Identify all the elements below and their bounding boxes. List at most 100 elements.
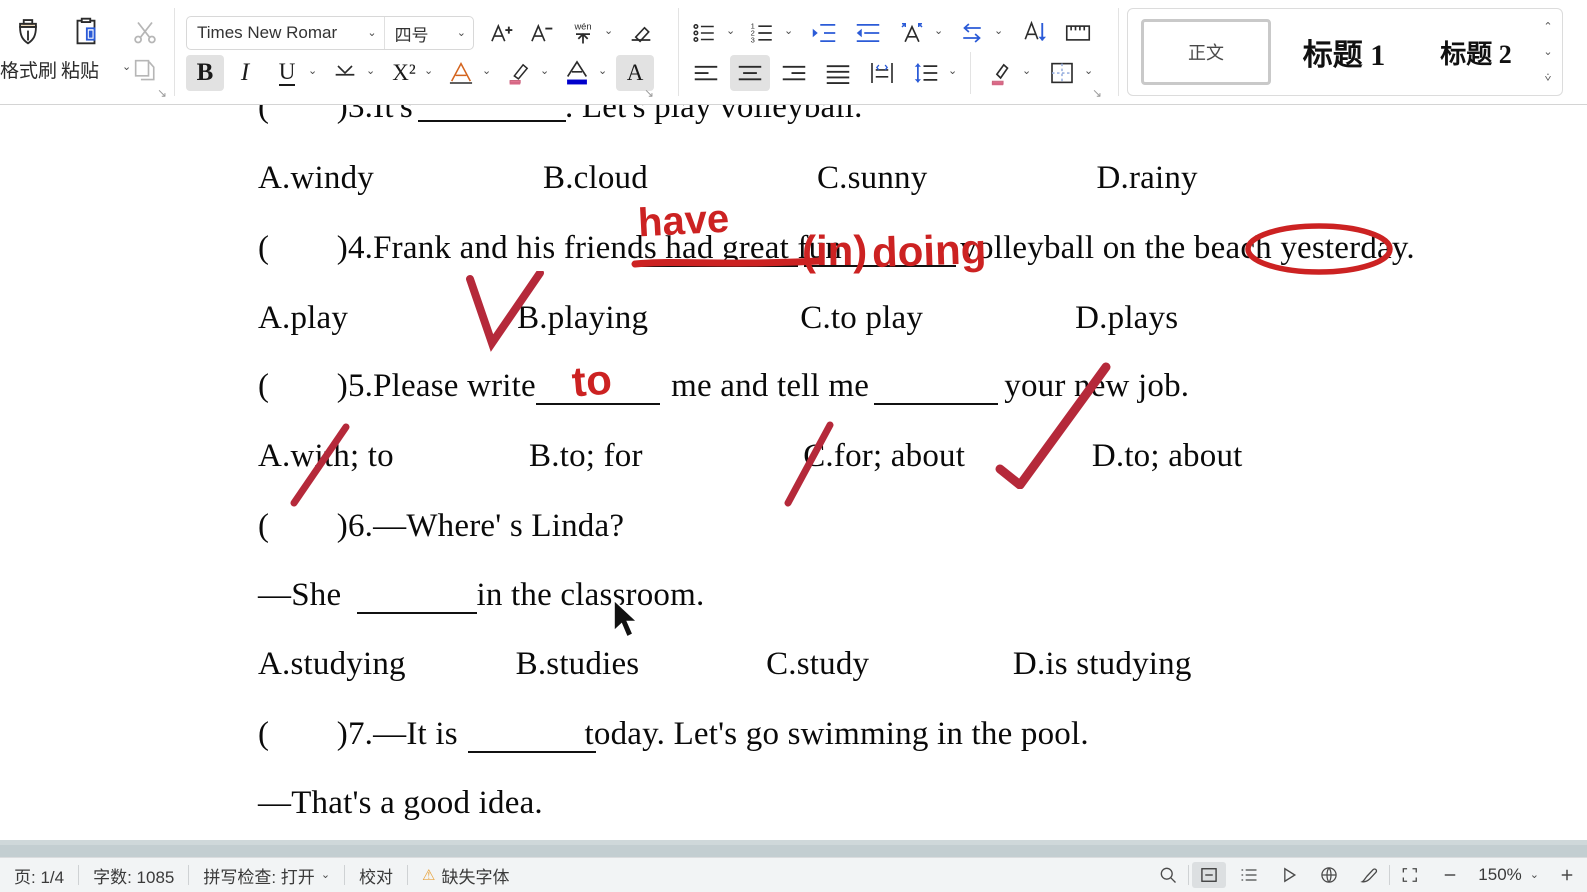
ink-word-have: have <box>636 196 731 246</box>
status-spellcheck[interactable]: 拼写检查: 打开 ⌄ <box>189 858 344 892</box>
ink-tools-icon[interactable] <box>1352 862 1386 888</box>
zoom-in-icon[interactable] <box>1550 862 1584 888</box>
font-family-value: Times New Romar <box>197 23 338 42</box>
bold-button[interactable]: B <box>186 55 224 91</box>
superscript-chevron-down-icon[interactable]: ⌄ <box>424 66 433 77</box>
style-item-heading-2[interactable]: 标题 2 <box>1417 19 1535 85</box>
font-color-icon[interactable] <box>558 55 596 91</box>
clipboard-paste-icon[interactable] <box>62 12 110 52</box>
format-painter-icon[interactable] <box>4 12 52 52</box>
document-line-q6: ( )6.—Where' s Linda? <box>258 508 625 544</box>
decrease-font-size-icon[interactable] <box>524 14 562 52</box>
wps-writer-window: 格式刷 粘贴 ⌄ ↘ Times New Romar ⌄ 四号 ⌄ wén ⌄ … <box>0 0 1587 892</box>
outline-view-icon[interactable] <box>1232 862 1266 888</box>
spellcheck-chevron-down-icon[interactable]: ⌄ <box>321 869 330 881</box>
highlight-color-icon[interactable] <box>500 55 538 91</box>
format-painter-label[interactable]: 格式刷 <box>0 56 57 83</box>
focus-mode-icon[interactable] <box>1393 862 1427 888</box>
asian-text-layout-icon[interactable] <box>892 14 932 52</box>
show-paragraph-marks-icon[interactable] <box>1058 14 1098 52</box>
decrease-indent-icon[interactable] <box>804 14 844 52</box>
strikethrough-chevron-down-icon[interactable]: ⌄ <box>366 66 375 77</box>
pinyin-chevron-down-icon[interactable]: ⌄ <box>604 26 613 37</box>
style-item-normal[interactable]: 正文 <box>1141 19 1271 85</box>
align-left-icon[interactable] <box>686 55 726 91</box>
style-item-heading-1[interactable]: 标题 1 <box>1284 19 1404 85</box>
strikethrough-icon[interactable] <box>326 55 364 91</box>
underline-label: U <box>278 59 296 87</box>
clipboard-dialog-launcher[interactable]: ↘ <box>157 86 167 100</box>
svg-text:3: 3 <box>751 35 755 44</box>
sort-icon[interactable] <box>1014 14 1054 52</box>
ribbon-group-paragraph: ⌄ 1 2 3 ⌄ ⌄ ⌄ ⌄ ⌄ ⌄ ↘ <box>684 0 1114 104</box>
asian-layout-chevron-down-icon[interactable]: ⌄ <box>934 26 943 37</box>
status-bar: 页: 1/4 字数: 1085 拼写检查: 打开 ⌄ 校对 ⚠ 缺失字体 150… <box>0 857 1587 892</box>
character-shading-label: A <box>626 60 644 85</box>
ink-word-to: to <box>569 355 614 406</box>
distribute-text-icon[interactable] <box>862 55 902 91</box>
text-effects-chevron-down-icon[interactable]: ⌄ <box>482 66 491 77</box>
zoom-out-icon[interactable] <box>1433 862 1467 888</box>
status-page-indicator[interactable]: 页: 1/4 <box>0 858 78 892</box>
bold-label: B <box>196 59 214 86</box>
font-dialog-launcher[interactable]: ↘ <box>644 86 654 100</box>
ribbon-group-clipboard: 格式刷 粘贴 ⌄ ↘ <box>0 0 172 104</box>
reading-view-icon[interactable] <box>1272 862 1306 888</box>
underline-chevron-down-icon[interactable]: ⌄ <box>308 66 317 77</box>
search-icon[interactable] <box>1151 862 1185 888</box>
status-proofread[interactable]: 校对 <box>345 858 407 892</box>
align-right-icon[interactable] <box>774 55 814 91</box>
status-divider <box>1389 865 1391 885</box>
borders-chevron-down-icon[interactable]: ⌄ <box>1084 66 1093 77</box>
font-size-select[interactable]: 四号 ⌄ <box>385 17 473 49</box>
superscript-button[interactable]: X² <box>384 55 424 91</box>
align-center-icon[interactable] <box>730 55 770 91</box>
page-layout-view-icon[interactable] <box>1192 862 1227 888</box>
paragraph-shading-icon[interactable] <box>980 55 1020 91</box>
font-color-chevron-down-icon[interactable]: ⌄ <box>598 66 607 77</box>
numbering-chevron-down-icon[interactable]: ⌄ <box>784 26 793 37</box>
document-scroll-area[interactable]: ( )3.It's . Let's play volleyball. A.win… <box>0 105 1587 845</box>
text-direction-chevron-down-icon[interactable]: ⌄ <box>994 26 1003 37</box>
document-page[interactable]: ( )3.It's . Let's play volleyball. A.win… <box>0 105 1587 845</box>
text-effects-icon[interactable] <box>442 55 480 91</box>
underline-button[interactable]: U <box>268 55 306 91</box>
paragraph-dialog-launcher[interactable]: ↘ <box>1092 86 1102 100</box>
document-line-q5: ( )5.Please write me and tell me your ne… <box>258 368 1190 404</box>
ink-word-doing: doing <box>871 225 988 276</box>
web-layout-view-icon[interactable] <box>1312 862 1346 888</box>
bullets-chevron-down-icon[interactable]: ⌄ <box>726 26 735 37</box>
clear-formatting-icon[interactable] <box>622 14 660 52</box>
ink-word-in: (in) <box>802 227 868 274</box>
borders-icon[interactable] <box>1042 55 1082 91</box>
paste-label[interactable]: 粘贴 <box>61 56 99 83</box>
warning-triangle-icon: ⚠ <box>422 867 436 884</box>
status-missing-font[interactable]: ⚠ 缺失字体 <box>408 858 523 892</box>
increase-font-size-icon[interactable] <box>484 14 522 52</box>
document-line-q3: ( )3.It's . Let's play volleyball. <box>258 105 863 125</box>
font-family-select[interactable]: Times New Romar ⌄ <box>187 17 384 49</box>
bullet-list-icon[interactable] <box>686 14 724 52</box>
font-family-chevron-down-icon[interactable]: ⌄ <box>367 27 376 39</box>
shading-chevron-down-icon[interactable]: ⌄ <box>1022 66 1031 77</box>
text-direction-icon[interactable] <box>952 14 992 52</box>
expand-gallery-icon[interactable]: ⩒ <box>1545 72 1552 84</box>
scissors-icon <box>122 12 168 52</box>
highlight-chevron-down-icon[interactable]: ⌄ <box>540 66 549 77</box>
italic-button[interactable]: I <box>226 55 264 91</box>
status-spellcheck-label: 拼写检查: 打开 <box>203 867 315 887</box>
pinyin-guide-icon[interactable]: wén <box>564 14 602 52</box>
status-word-count[interactable]: 字数: 1085 <box>79 858 188 892</box>
font-size-chevron-down-icon[interactable]: ⌄ <box>457 27 466 39</box>
numbered-list-icon[interactable]: 1 2 3 <box>744 14 782 52</box>
line-spacing-chevron-down-icon[interactable]: ⌄ <box>948 66 957 77</box>
status-bar-right: 150% ⌄ <box>1148 858 1587 892</box>
justify-icon[interactable] <box>818 55 858 91</box>
zoom-level-label[interactable]: 150% <box>1470 865 1529 885</box>
chevron-up-icon[interactable]: ⌃ <box>1543 22 1552 33</box>
increase-indent-icon[interactable] <box>848 14 888 52</box>
chevron-down-icon[interactable]: ⌄ <box>1543 47 1552 58</box>
line-spacing-icon[interactable] <box>906 55 946 91</box>
font-family-combo[interactable]: Times New Romar ⌄ 四号 ⌄ <box>186 16 474 50</box>
zoom-chevron-down-icon[interactable]: ⌄ <box>1530 869 1539 881</box>
